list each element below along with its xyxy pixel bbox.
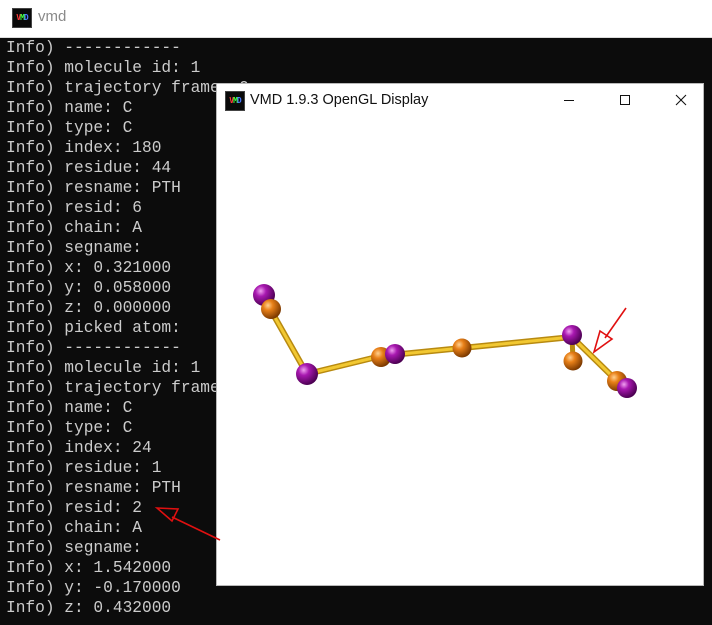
close-icon <box>675 94 687 106</box>
gl-window-title: VMD 1.9.3 OpenGL Display <box>250 92 429 108</box>
atom-purple[interactable] <box>296 363 318 385</box>
atom-orange[interactable] <box>563 351 583 371</box>
console-titlebar[interactable]: VMD vmd <box>0 0 712 38</box>
molecule-viewport[interactable] <box>217 116 703 585</box>
vmd-app-icon: VMD <box>225 91 245 111</box>
atom-purple[interactable] <box>562 325 582 345</box>
console-line: Info) molecule id: 1 <box>6 59 201 77</box>
console-title: vmd <box>38 8 67 25</box>
bonds <box>266 304 620 384</box>
atom-orange[interactable] <box>452 338 472 358</box>
atom-orange[interactable] <box>261 299 281 319</box>
opengl-display-window: VMD VMD 1.9.3 OpenGL Display <box>216 83 704 586</box>
atom-purple[interactable] <box>617 378 637 398</box>
bond-highlight <box>460 335 574 350</box>
atom-purple[interactable] <box>385 344 405 364</box>
atoms <box>253 284 637 398</box>
minimize-icon <box>564 100 574 101</box>
maximize-icon <box>620 95 630 105</box>
close-button[interactable] <box>658 84 704 116</box>
maximize-button[interactable] <box>602 84 648 116</box>
minimize-button[interactable] <box>546 84 592 116</box>
console-line: Info) ------------ <box>6 39 181 57</box>
console-line: Info) z: 0.432000 <box>6 599 172 617</box>
vmd-app-icon: VMD <box>12 8 32 28</box>
gl-titlebar[interactable]: VMD VMD 1.9.3 OpenGL Display <box>217 84 703 116</box>
bond-highlight <box>305 354 383 376</box>
